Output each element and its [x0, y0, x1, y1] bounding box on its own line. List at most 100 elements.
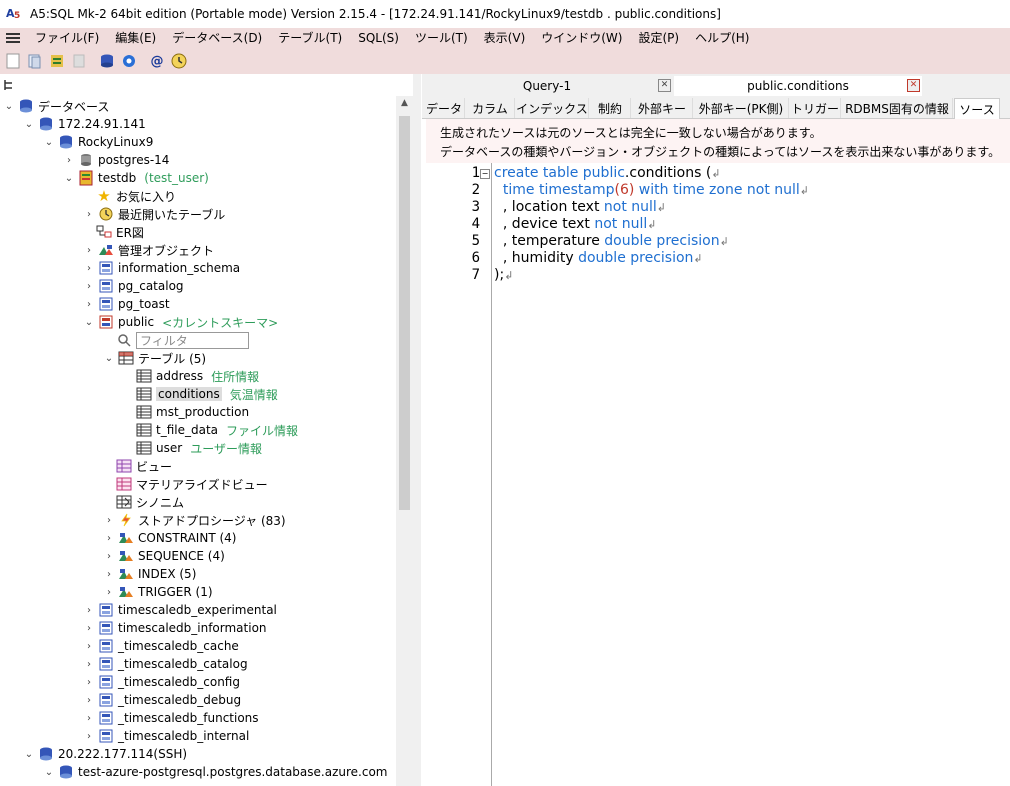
expand-chevron-icon[interactable]: › — [84, 623, 94, 634]
expand-chevron-icon[interactable]: › — [84, 299, 94, 310]
tree-collapse-icon[interactable] — [4, 79, 16, 91]
close-icon[interactable]: ✕ — [907, 79, 920, 92]
tree-node-synonyms[interactable]: シノニム — [116, 493, 184, 511]
tree-node-ts-functions[interactable]: › _timescaledb_functions — [84, 709, 259, 727]
clock-icon[interactable] — [170, 52, 188, 70]
tree-node-trigger[interactable]: › TRIGGER (1) — [104, 583, 213, 601]
fold-toggle-icon[interactable]: − — [480, 169, 490, 179]
collapse-chevron-icon[interactable]: ⌄ — [24, 749, 34, 760]
collapse-chevron-icon[interactable]: ⌄ — [104, 353, 114, 364]
tab-triggers[interactable]: トリガー — [790, 98, 841, 118]
settings-gear-icon[interactable] — [120, 52, 138, 70]
disabled-tool-icon[interactable] — [70, 52, 88, 70]
menu-sql[interactable]: SQL(S) — [350, 28, 407, 48]
tree-node-server[interactable]: ⌄ 172.24.91.141 — [24, 115, 146, 133]
menu-view[interactable]: 表示(V) — [476, 28, 534, 48]
tree-node-host[interactable]: ⌄ RockyLinux9 — [44, 133, 154, 151]
tree-node-materialized-views[interactable]: マテリアライズドビュー — [116, 475, 268, 493]
menu-tools[interactable]: ツール(T) — [407, 28, 476, 48]
tree-node-table-conditions[interactable]: conditions 気温情報 — [136, 385, 278, 403]
tab-rdbms-info[interactable]: RDBMS固有の情報 — [842, 98, 953, 118]
collapse-chevron-icon[interactable]: ⌄ — [44, 767, 54, 778]
open-document-icon[interactable] — [26, 52, 44, 70]
tree-node-ts-internal[interactable]: › _timescaledb_internal — [84, 727, 249, 745]
tree-node-information-schema[interactable]: › information_schema — [84, 259, 240, 277]
tree-node-table-t-file-data[interactable]: t_file_data ファイル情報 — [136, 421, 298, 439]
expand-chevron-icon[interactable]: › — [84, 245, 94, 256]
menu-window[interactable]: ウインドウ(W) — [533, 28, 630, 48]
menu-settings[interactable]: 設定(P) — [630, 28, 687, 48]
tree-node-er-diagram[interactable]: ER図 — [96, 223, 144, 241]
menu-help[interactable]: ヘルプ(H) — [687, 28, 757, 48]
menu-edit[interactable]: 編集(E) — [107, 28, 164, 48]
collapse-chevron-icon[interactable]: ⌄ — [44, 137, 54, 148]
tree-node-favorites[interactable]: ★ お気に入り — [96, 187, 176, 205]
pane-splitter[interactable] — [413, 74, 421, 786]
collapse-chevron-icon[interactable]: ⌄ — [24, 119, 34, 130]
tree-node-procedures[interactable]: › ストアドプロシージャ (83) — [104, 511, 286, 529]
tab-foreign-keys[interactable]: 外部キー — [632, 98, 693, 118]
expand-chevron-icon[interactable]: › — [104, 515, 114, 526]
expand-chevron-icon[interactable]: › — [104, 587, 114, 598]
tree-scrollbar[interactable]: ▲ — [396, 96, 413, 786]
expand-chevron-icon[interactable]: › — [84, 695, 94, 706]
menu-file[interactable]: ファイル(F) — [27, 28, 107, 48]
tree-node-views[interactable]: ビュー — [116, 457, 172, 475]
tab-constraints[interactable]: 制約 — [590, 98, 631, 118]
tab-public-conditions[interactable]: public.conditions — [674, 76, 922, 96]
tree-node-recent-tables[interactable]: › 最近開いたテーブル — [84, 205, 225, 223]
tree-node-ts-cache[interactable]: › _timescaledb_cache — [84, 637, 239, 655]
collapse-chevron-icon[interactable]: ⌄ — [4, 101, 14, 112]
tree-node-tables[interactable]: ⌄ テーブル (5) — [104, 349, 206, 367]
expand-chevron-icon[interactable]: › — [84, 263, 94, 274]
tree-node-ts-config[interactable]: › _timescaledb_config — [84, 673, 240, 691]
tree-node-admin-objects[interactable]: › 管理オブジェクト — [84, 241, 214, 259]
expand-chevron-icon[interactable]: › — [104, 551, 114, 562]
scroll-up-icon[interactable]: ▲ — [396, 98, 413, 112]
collapse-chevron-icon[interactable]: ⌄ — [64, 173, 74, 184]
expand-chevron-icon[interactable]: › — [104, 533, 114, 544]
tree-node-index[interactable]: › INDEX (5) — [104, 565, 196, 583]
connect-database-icon[interactable] — [98, 52, 116, 70]
tree-node-postgres14[interactable]: › postgres-14 — [64, 151, 169, 169]
tab-indexes[interactable]: インデックス — [516, 98, 589, 118]
expand-chevron-icon[interactable]: › — [84, 281, 94, 292]
expand-chevron-icon[interactable]: › — [84, 641, 94, 652]
tree-node-constraint[interactable]: › CONSTRAINT (4) — [104, 529, 236, 547]
tree-node-public[interactable]: ⌄ public <カレントスキーマ> — [84, 313, 278, 331]
tree-node-databases[interactable]: ⌄ データベース — [4, 97, 109, 115]
tab-query-1[interactable]: Query-1 — [422, 76, 672, 96]
scroll-thumb[interactable] — [399, 116, 410, 510]
expand-chevron-icon[interactable]: › — [84, 659, 94, 670]
at-sign-icon[interactable]: @ — [148, 52, 166, 70]
tree-node-azure[interactable]: ⌄ test-azure-postgresql.postgres.databas… — [44, 763, 388, 781]
execute-sql-icon[interactable] — [48, 52, 66, 70]
tree-node-ts-experimental[interactable]: › timescaledb_experimental — [84, 601, 277, 619]
expand-chevron-icon[interactable]: › — [104, 569, 114, 580]
tab-source[interactable]: ソース — [954, 98, 1000, 119]
tree-node-sequence[interactable]: › SEQUENCE (4) — [104, 547, 225, 565]
expand-chevron-icon[interactable]: › — [84, 731, 94, 742]
tree-node-table-address[interactable]: address 住所情報 — [136, 367, 259, 385]
tree-node-testdb[interactable]: ⌄ testdb (test_user) — [64, 169, 209, 187]
new-document-icon[interactable] — [4, 52, 22, 70]
tab-foreign-keys-pk[interactable]: 外部キー(PK側) — [694, 98, 789, 118]
tree-node-table-user[interactable]: user ユーザー情報 — [136, 439, 262, 457]
tree-node-pg-catalog[interactable]: › pg_catalog — [84, 277, 184, 295]
tree-node-ts-catalog[interactable]: › _timescaledb_catalog — [84, 655, 248, 673]
source-editor[interactable]: 1 − 2 3 4 5 6 7 create table public.cond… — [426, 163, 1010, 786]
filter-input[interactable]: フィルタ — [136, 331, 249, 349]
expand-chevron-icon[interactable]: › — [84, 605, 94, 616]
tree-node-table-mst-production[interactable]: mst_production — [136, 403, 249, 421]
expand-chevron-icon[interactable]: › — [84, 209, 94, 220]
expand-chevron-icon[interactable]: › — [84, 713, 94, 724]
menu-database[interactable]: データベース(D) — [164, 28, 270, 48]
tab-data[interactable]: データ — [424, 98, 465, 118]
tree-node-pg-toast[interactable]: › pg_toast — [84, 295, 170, 313]
tree-node-ssh-server[interactable]: ⌄ 20.222.177.114(SSH) — [24, 745, 187, 763]
expand-chevron-icon[interactable]: › — [64, 155, 74, 166]
close-icon[interactable]: ✕ — [658, 79, 671, 92]
menu-table[interactable]: テーブル(T) — [270, 28, 350, 48]
expand-chevron-icon[interactable]: › — [84, 677, 94, 688]
collapse-chevron-icon[interactable]: ⌄ — [84, 317, 94, 328]
